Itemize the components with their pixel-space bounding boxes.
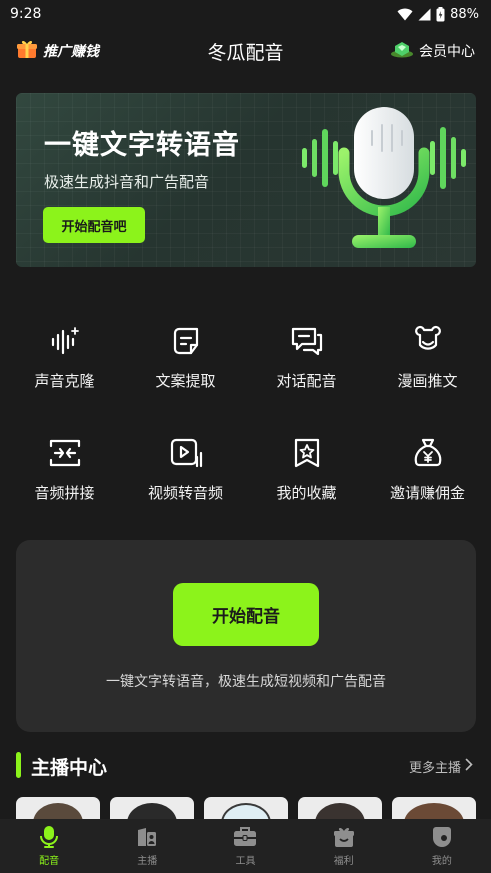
status-bar: 9:28 88% <box>0 0 491 28</box>
anchor-list <box>16 797 491 821</box>
star-bookmark-icon <box>290 436 324 470</box>
battery-icon <box>436 6 445 22</box>
anchor-card[interactable] <box>392 797 476 821</box>
anchor-icon <box>135 825 159 849</box>
bear-icon <box>411 324 445 358</box>
nav-tab-profile[interactable]: 我的 <box>393 819 491 873</box>
status-icons: 88% <box>397 6 479 22</box>
tool-voice-clone[interactable]: 声音克隆 <box>4 310 125 422</box>
tool-label: 漫画推文 <box>397 372 458 390</box>
nav-label: 工具 <box>235 856 256 867</box>
tool-label: 文案提取 <box>155 372 216 390</box>
start-dubbing-card: 开始配音 一键文字转语音，极速生成短视频和广告配音 <box>16 540 476 732</box>
banner-start-button[interactable]: 开始配音吧 <box>43 207 145 243</box>
tool-label: 邀请赚佣金 <box>389 484 465 502</box>
nav-label: 福利 <box>333 856 354 867</box>
tool-label: 音频拼接 <box>34 484 95 502</box>
nav-tab-anchors[interactable]: 主播 <box>98 819 196 873</box>
tool-comic-post[interactable]: 漫画推文 <box>367 310 488 422</box>
tool-my-favorites[interactable]: 我的收藏 <box>246 422 367 534</box>
tool-label: 视频转音频 <box>147 484 223 502</box>
anchor-card[interactable] <box>16 797 100 821</box>
member-center-link[interactable]: 会员中心 <box>390 39 475 63</box>
tool-audio-merge[interactable]: 音频拼接 <box>4 422 125 534</box>
sound-wave-icon <box>48 324 82 358</box>
tool-label: 对话配音 <box>276 372 337 390</box>
video-icon <box>169 436 203 470</box>
microphone-illustration-icon <box>296 101 476 265</box>
start-dubbing-button[interactable]: 开始配音 <box>173 583 319 646</box>
promo-banner[interactable]: 一键文字转语音 极速生成抖音和广告配音 开始配音吧 <box>16 93 476 267</box>
section-title: 主播中心 <box>31 757 108 779</box>
vip-icon <box>390 39 414 63</box>
more-anchors-label: 更多主播 <box>408 761 461 776</box>
document-icon <box>169 324 203 358</box>
bottom-nav: 配音 主播 工具 福利 我的 <box>0 819 491 873</box>
nav-tab-tools[interactable]: 工具 <box>196 819 294 873</box>
chevron-right-icon <box>465 758 473 775</box>
tool-dialogue-dub[interactable]: 对话配音 <box>246 310 367 422</box>
member-center-label: 会员中心 <box>419 44 475 60</box>
nav-label: 我的 <box>431 856 452 867</box>
mic-icon <box>37 825 61 849</box>
nav-label: 主播 <box>137 856 158 867</box>
banner-subtitle: 极速生成抖音和广告配音 <box>44 173 210 191</box>
battery-percent: 88% <box>450 6 479 22</box>
wifi-icon <box>397 8 413 21</box>
tool-video-to-audio[interactable]: 视频转音频 <box>125 422 246 534</box>
start-dubbing-description: 一键文字转语音，极速生成短视频和广告配音 <box>106 674 386 690</box>
gift-box-icon <box>16 38 38 64</box>
status-time: 9:28 <box>10 6 42 22</box>
tool-invite-commission[interactable]: 邀请赚佣金 <box>367 422 488 534</box>
merge-icon <box>48 436 82 470</box>
anchor-card[interactable] <box>298 797 382 821</box>
nav-tab-welfare[interactable]: 福利 <box>295 819 393 873</box>
toolbox-icon <box>233 825 257 849</box>
tool-text-extract[interactable]: 文案提取 <box>125 310 246 422</box>
banner-title: 一键文字转语音 <box>44 130 240 161</box>
nav-tab-dubbing[interactable]: 配音 <box>0 819 98 873</box>
more-anchors-link[interactable]: 更多主播 <box>409 757 473 776</box>
promo-earn-label: 推广赚钱 <box>43 44 99 60</box>
tools-grid: 声音克隆 文案提取 对话配音 漫画推文 音频拼接 视频转音频 我的收藏 邀请赚佣… <box>4 310 488 534</box>
nav-label: 配音 <box>39 856 60 867</box>
chat-icon <box>290 324 324 358</box>
tool-label: 声音克隆 <box>34 372 95 390</box>
promo-earn-link[interactable]: 推广赚钱 <box>16 38 99 64</box>
tool-label: 我的收藏 <box>276 484 337 502</box>
money-bag-icon <box>411 436 445 470</box>
profile-icon <box>430 825 454 849</box>
section-accent-bar <box>16 752 21 778</box>
gift-icon <box>332 825 356 849</box>
anchor-card[interactable] <box>204 797 288 821</box>
anchor-card[interactable] <box>110 797 194 821</box>
app-header: 推广赚钱 冬瓜配音 会员中心 <box>0 30 491 70</box>
signal-icon <box>418 8 431 21</box>
